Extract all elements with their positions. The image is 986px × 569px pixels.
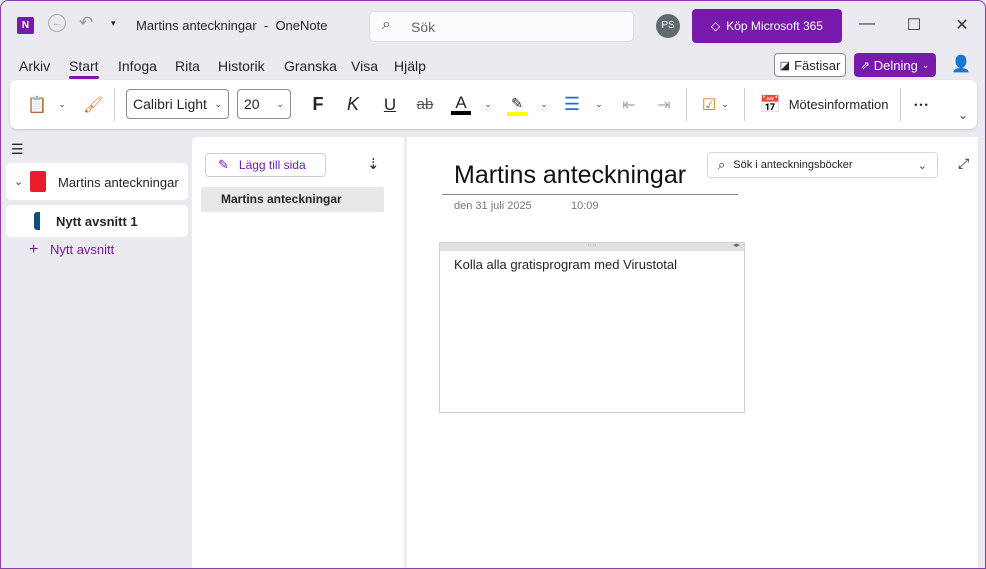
divider: [900, 88, 901, 121]
font-size-value: 20: [244, 96, 260, 112]
section-item[interactable]: Nytt avsnitt 1: [6, 205, 188, 237]
nav-toggle-icon[interactable]: ☰: [11, 141, 24, 158]
paste-dropdown-icon[interactable]: ⌄: [56, 80, 68, 129]
decrease-indent-icon[interactable]: ⇤: [618, 80, 640, 129]
tab-visa[interactable]: Visa: [351, 58, 378, 74]
avatar[interactable]: PS: [656, 14, 680, 38]
page-time: 10:09: [571, 200, 599, 212]
tab-historik[interactable]: Historik: [218, 58, 265, 74]
sort-icon[interactable]: ⇣: [367, 155, 380, 173]
minimize-button[interactable]: —: [857, 15, 877, 33]
highlighter-icon: ✎: [511, 94, 523, 111]
tab-arkiv[interactable]: Arkiv: [19, 58, 50, 74]
divider: [114, 88, 115, 121]
page-title[interactable]: Martins anteckningar: [454, 161, 686, 190]
meeting-details-button[interactable]: 📅 Mötesinformation: [756, 80, 892, 129]
meeting-label: Mötesinformation: [788, 97, 889, 112]
font-color-swatch: [451, 111, 471, 115]
tag-dropdown-icon[interactable]: ⌄: [720, 80, 730, 129]
bold-button[interactable]: F: [308, 80, 328, 129]
share-button[interactable]: ⇗ Delning ⌄: [854, 53, 936, 77]
add-section-button[interactable]: + Nytt avsnitt: [29, 241, 114, 259]
tab-hjalp[interactable]: Hjälp: [394, 58, 426, 74]
strikethrough-button[interactable]: ab: [414, 80, 436, 129]
buy-label: Köp Microsoft 365: [726, 19, 823, 33]
format-painter-icon[interactable]: 🖌: [82, 80, 104, 129]
note-text[interactable]: Kolla alla gratisprogram med Virustotal: [440, 251, 744, 278]
notebook-search-placeholder: Sök i anteckningsböcker: [733, 159, 853, 171]
window-title: Martins anteckningar - OneNote: [136, 18, 328, 33]
sticky-note-icon: ◪: [779, 59, 791, 72]
tab-infoga[interactable]: Infoga: [118, 58, 157, 74]
underline-button[interactable]: U: [380, 80, 400, 129]
paste-icon[interactable]: 📋: [26, 80, 48, 129]
quick-access-dropdown-icon[interactable]: ▾: [111, 18, 116, 29]
highlight-dropdown-icon[interactable]: ⌄: [538, 80, 550, 129]
search-input[interactable]: ⌕ Sök: [369, 11, 634, 42]
tab-start[interactable]: Start: [69, 58, 99, 79]
notebook-icon: [30, 171, 46, 192]
add-page-button[interactable]: ✎ Lägg till sida: [205, 153, 326, 177]
share-label: Delning: [873, 57, 918, 73]
increase-indent-icon[interactable]: ⇥: [653, 80, 675, 129]
tag-icon[interactable]: ☑: [698, 80, 720, 129]
font-value: Calibri Light: [133, 96, 207, 112]
bullet-list-dropdown-icon[interactable]: ⌄: [593, 80, 605, 129]
share-icon: ⇗: [860, 59, 870, 72]
page-list-item[interactable]: Martins anteckningar: [201, 187, 384, 212]
tab-rita[interactable]: Rita: [175, 58, 200, 74]
add-page-label: Lägg till sida: [238, 158, 306, 172]
notebook-search-input[interactable]: ⌕ Sök i anteckningsböcker ⌄: [707, 152, 938, 178]
more-options-button[interactable]: •••: [908, 80, 936, 129]
highlight-swatch: [507, 111, 527, 116]
maximize-button[interactable]: ☐: [904, 15, 924, 35]
section-tab-icon: [34, 212, 40, 230]
highlight-button[interactable]: ✎: [506, 80, 528, 129]
collapse-chevron-icon[interactable]: ⌄: [14, 175, 23, 188]
title-underline: [442, 194, 738, 195]
close-button[interactable]: ✕: [952, 15, 972, 35]
font-color-button[interactable]: A: [450, 80, 472, 129]
font-select[interactable]: Calibri Light ⌄: [126, 89, 229, 119]
search-icon: ⌕: [382, 16, 391, 33]
undo-icon[interactable]: ↶: [79, 13, 93, 33]
onenote-logo-icon: N: [17, 17, 34, 34]
chevron-down-icon[interactable]: ⌄: [918, 159, 927, 172]
italic-button[interactable]: K: [343, 80, 363, 129]
plus-icon: +: [29, 241, 39, 258]
notebook-name: Martins anteckningar: [58, 175, 179, 190]
buy-microsoft-365-button[interactable]: ◇ Köp Microsoft 365: [692, 9, 842, 43]
calendar-icon: 📅: [759, 94, 781, 114]
diamond-icon: ◇: [711, 19, 721, 33]
notebook-item[interactable]: ⌄ Martins anteckningar: [6, 163, 188, 200]
bullet-list-icon[interactable]: ☰: [561, 80, 583, 129]
note-drag-handle[interactable]: ···· ◂▸: [440, 242, 744, 251]
search-placeholder: Sök: [411, 19, 436, 35]
ribbon: 📋 ⌄ 🖌 Calibri Light ⌄ 20 ⌄ F K U ab A ⌄ ✎ …: [10, 80, 977, 129]
back-icon[interactable]: ←: [48, 14, 66, 32]
divider: [744, 88, 745, 121]
pages-divider[interactable]: [404, 137, 407, 568]
search-icon: ⌕: [718, 157, 726, 172]
note-container[interactable]: ···· ◂▸ Kolla alla gratisprogram med Viru…: [439, 242, 745, 413]
sticky-notes-button[interactable]: ◪ Fästisar: [774, 53, 846, 77]
add-section-label: Nytt avsnitt: [49, 242, 115, 257]
resize-handle-icon[interactable]: ◂▸: [733, 242, 740, 249]
onenote-window: N ← ↶ ▾ Martins anteckningar - OneNote ⌕…: [0, 0, 986, 569]
divider: [686, 88, 687, 121]
expand-ribbon-icon[interactable]: ⌄: [955, 90, 971, 139]
new-page-icon: ✎: [218, 157, 229, 172]
sticky-label: Fästisar: [794, 57, 841, 73]
fullscreen-icon[interactable]: ⤢: [958, 155, 969, 172]
page-date: den 31 juli 2025: [454, 200, 532, 212]
feedback-person-icon[interactable]: 👤: [951, 54, 971, 74]
section-name: Nytt avsnitt 1: [56, 214, 138, 229]
font-color-label: A: [455, 93, 467, 112]
tab-granska[interactable]: Granska: [284, 58, 337, 74]
font-size-select[interactable]: 20 ⌄: [237, 89, 291, 119]
font-color-dropdown-icon[interactable]: ⌄: [482, 80, 494, 129]
